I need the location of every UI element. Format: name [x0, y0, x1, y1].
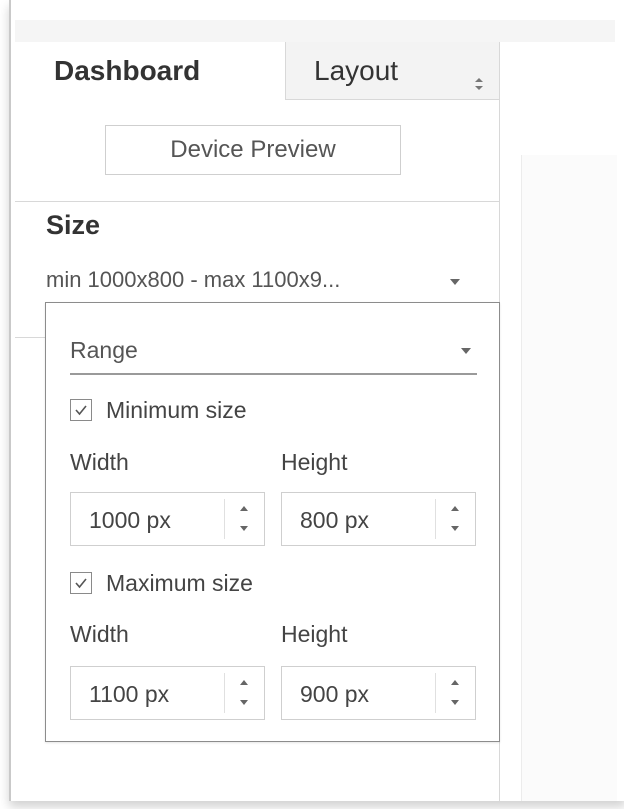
size-mode-select[interactable]: Range — [70, 331, 477, 375]
max-width-value: 1100 px — [89, 681, 170, 707]
dashboard-canvas — [521, 155, 617, 801]
tab-dashboard[interactable]: Dashboard — [42, 42, 285, 100]
minimum-size-checkbox[interactable] — [70, 399, 92, 421]
minimum-size-row[interactable]: Minimum size — [70, 394, 247, 426]
updown-arrows-icon[interactable] — [475, 65, 483, 90]
stepper-down-icon[interactable] — [240, 700, 248, 705]
maximum-size-row[interactable]: Maximum size — [70, 567, 253, 599]
tab-layout-label: Layout — [314, 54, 399, 86]
tab-layout[interactable]: Layout — [285, 42, 499, 100]
stepper-down-icon[interactable] — [451, 700, 459, 705]
max-width-label: Width — [70, 621, 129, 647]
max-height-value: 900 px — [300, 681, 370, 707]
max-width-input[interactable]: 1100 px — [70, 666, 265, 720]
stepper-up-icon[interactable] — [240, 506, 248, 511]
max-height-stepper[interactable] — [435, 667, 475, 719]
maximum-size-checkbox[interactable] — [70, 572, 92, 594]
tab-dashboard-label: Dashboard — [54, 55, 201, 86]
stepper-up-icon[interactable] — [451, 506, 459, 511]
max-width-stepper[interactable] — [224, 667, 264, 719]
dropdown-caret-icon[interactable] — [450, 279, 460, 285]
stepper-down-icon[interactable] — [240, 526, 248, 531]
min-width-stepper[interactable] — [224, 493, 264, 545]
min-width-value: 1000 px — [89, 507, 171, 533]
top-strip — [15, 20, 615, 42]
size-section-title: Size — [46, 210, 101, 240]
minimum-size-label: Minimum size — [106, 396, 247, 423]
size-popup: Range Minimum size Width Height 1000 px … — [45, 302, 500, 742]
min-width-label: Width — [70, 449, 129, 475]
maximum-size-label: Maximum size — [106, 569, 253, 596]
dropdown-caret-icon[interactable] — [461, 348, 471, 354]
stepper-up-icon[interactable] — [451, 680, 459, 685]
size-mode-value: Range — [70, 337, 138, 363]
min-height-label: Height — [281, 449, 348, 475]
max-height-label: Height — [281, 621, 348, 647]
min-height-stepper[interactable] — [435, 493, 475, 545]
device-preview-button[interactable]: Device Preview — [105, 125, 401, 175]
min-height-input[interactable]: 800 px — [281, 492, 476, 546]
device-preview-label: Device Preview — [170, 136, 336, 163]
min-width-input[interactable]: 1000 px — [70, 492, 265, 546]
size-summary-dropdown[interactable]: min 1000x800 - max 1100x9... — [46, 267, 340, 293]
divider — [15, 201, 499, 202]
stepper-up-icon[interactable] — [240, 680, 248, 685]
max-height-input[interactable]: 900 px — [281, 666, 476, 720]
checkmark-icon — [75, 578, 87, 589]
checkmark-icon — [75, 405, 87, 416]
stepper-down-icon[interactable] — [451, 526, 459, 531]
min-height-value: 800 px — [300, 507, 370, 533]
